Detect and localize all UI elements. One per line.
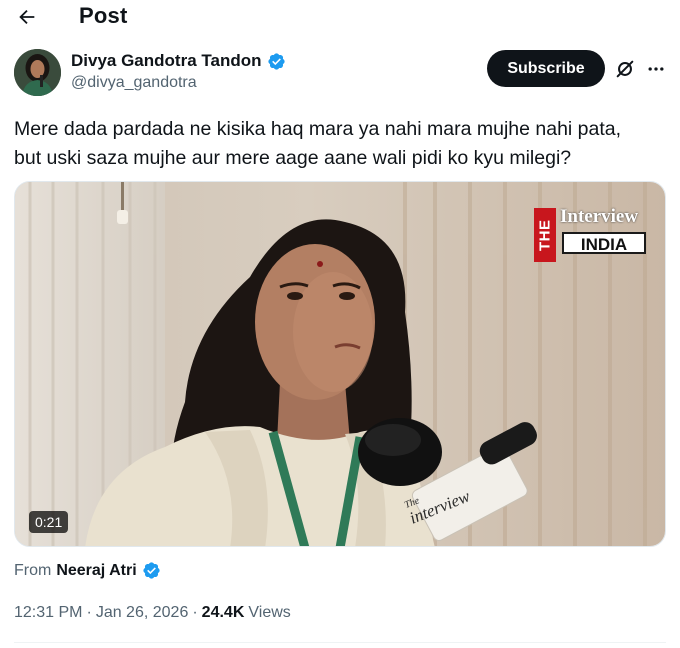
arrow-left-icon (19, 9, 35, 25)
source-author-name[interactable]: Neeraj Atri (56, 562, 136, 580)
video-player[interactable]: THE Interview INDIA The interview 0:21 (14, 181, 666, 547)
meta-separator: · (192, 604, 198, 621)
tweet-text-line: Mere dada pardada ne kisika haq mara ya … (14, 118, 622, 140)
page-title: Post (79, 3, 128, 28)
logo-india-text: INDIA (562, 232, 646, 254)
post-time[interactable]: 12:31 PM (14, 604, 82, 622)
more-horizontal-icon (648, 67, 664, 71)
divider (14, 642, 666, 643)
author-display-name[interactable]: Divya Gandotra Tandon (71, 51, 262, 71)
verified-badge-icon (143, 562, 160, 579)
from-label: From (14, 561, 52, 579)
tweet-text: Mere dada pardada ne kisika haq mara ya … (14, 115, 669, 173)
avatar[interactable] (14, 49, 61, 96)
tweet-text-line: but uski saza mujhe aur mere aage aane w… (14, 147, 572, 169)
top-bar: Post (0, 0, 680, 34)
grok-button[interactable] (612, 56, 638, 82)
channel-watermark-logo: THE Interview INDIA (534, 204, 648, 262)
video-duration-badge: 0:21 (29, 511, 69, 533)
subscribe-button[interactable]: Subscribe (487, 50, 605, 87)
views-count: 24.4K (201, 604, 245, 621)
views-label: Views (248, 604, 291, 621)
logo-the-text: THE (534, 208, 556, 262)
grok-icon (616, 60, 634, 78)
meta-separator: · (86, 604, 92, 621)
post-metadata: 12:31 PM · Jan 26, 2026 · 24.4K Views (14, 604, 291, 622)
author-info: Divya Gandotra Tandon @divya_gandotra (71, 51, 286, 92)
back-button[interactable] (12, 2, 42, 32)
source-attribution: From Neeraj Atri (14, 561, 161, 580)
logo-interview-text: Interview (560, 206, 639, 227)
more-options-button[interactable] (642, 56, 670, 82)
verified-badge-icon (267, 52, 285, 70)
post-date[interactable]: Jan 26, 2026 (96, 604, 189, 622)
author-handle[interactable]: @divya_gandotra (71, 74, 286, 92)
